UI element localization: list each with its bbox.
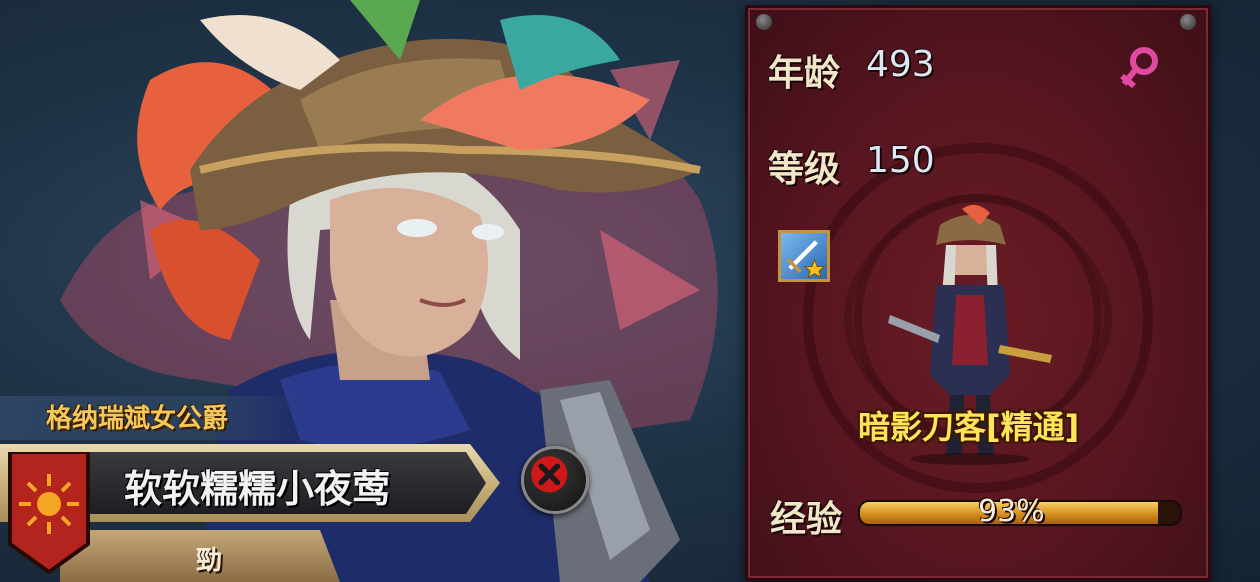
- close-x-icon: [531, 456, 568, 493]
- sword-star-icon[interactable]: [778, 230, 830, 282]
- age-value: 493: [866, 44, 935, 85]
- character-title: 格纳瑞斌女公爵: [46, 404, 229, 434]
- rivet: [1180, 14, 1196, 30]
- sword-glyph: [786, 240, 826, 279]
- female-symbol-icon: [1120, 47, 1158, 89]
- character-name: 软软糯糯小夜莺: [124, 467, 391, 511]
- level-value: 150: [866, 140, 935, 181]
- level-label: 等级: [768, 149, 841, 190]
- close-button[interactable]: [521, 446, 589, 514]
- exp-value: 93%: [978, 494, 1045, 529]
- guild-name[interactable]: 勁: [196, 540, 222, 577]
- rivet: [756, 14, 772, 30]
- age-label: 年龄: [768, 53, 841, 94]
- class-name: 暗影刀客[精通]: [858, 408, 1080, 446]
- exp-label: 经验: [770, 499, 843, 540]
- sun-banner-icon: [8, 452, 90, 574]
